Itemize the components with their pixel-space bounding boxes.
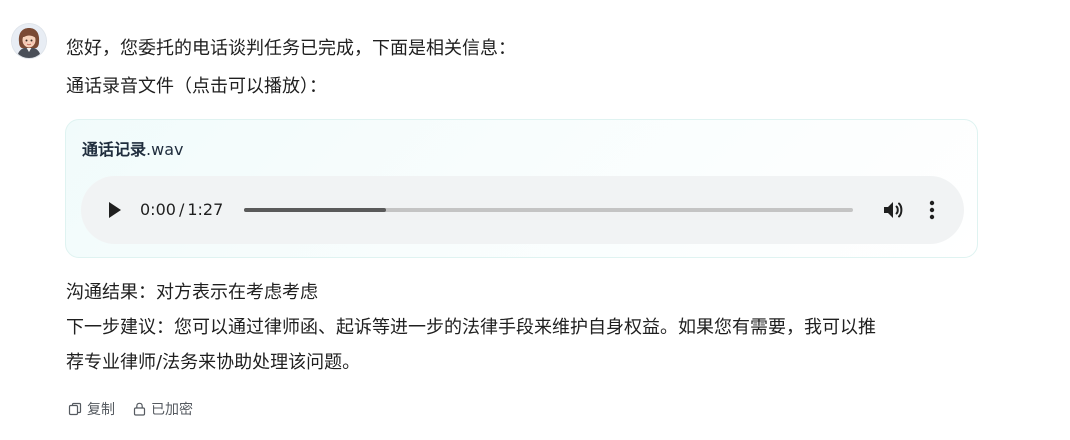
assistant-avatar	[12, 24, 46, 58]
play-icon	[109, 202, 121, 218]
time-separator: /	[178, 200, 185, 219]
time-display: 0:00/1:27	[140, 197, 223, 223]
suggestion-line-2: 荐专业律师/法务来协助处理该问题。	[66, 352, 361, 373]
audio-file-name: 通话记录.wav	[82, 138, 183, 162]
progress-slider[interactable]	[244, 208, 853, 212]
avatar-illustration	[12, 24, 46, 58]
copy-button[interactable]: 复制	[68, 399, 115, 419]
volume-button[interactable]	[881, 198, 905, 222]
copy-label: 复制	[87, 402, 115, 418]
suggestion-line-1: 下一步建议：您可以通过律师函、起诉等进一步的法律手段来维护自身权益。如果您有需要…	[66, 317, 876, 338]
message-actions: 复制 已加密	[68, 398, 193, 420]
file-name-stem: 通话记录	[82, 140, 147, 159]
more-vertical-icon	[929, 200, 935, 220]
audio-player: 0:00/1:27	[81, 176, 964, 244]
more-options-button[interactable]	[924, 198, 940, 222]
play-button[interactable]	[107, 201, 123, 219]
file-extension: .wav	[146, 140, 184, 159]
encrypted-label: 已加密	[151, 402, 193, 418]
audio-attachment-card: 通话记录.wav 0:00/1:27	[65, 119, 978, 258]
volume-icon	[884, 202, 903, 218]
encrypted-indicator: 已加密	[133, 399, 193, 419]
assistant-message: 您好，您委托的电话谈判任务已完成，下面是相关信息： 通话录音文件（点击可以播放）…	[0, 0, 1070, 440]
lock-icon	[133, 402, 146, 416]
progress-fill	[244, 208, 386, 212]
total-duration: 1:27	[187, 200, 224, 219]
current-time: 0:00	[140, 200, 176, 219]
outcome-text: 沟通结果：对方表示在考虑考虑	[66, 282, 318, 303]
recording-intro-text: 通话录音文件（点击可以播放）：	[66, 76, 327, 97]
copy-icon	[68, 402, 82, 416]
greeting-text: 您好，您委托的电话谈判任务已完成，下面是相关信息：	[66, 38, 516, 59]
